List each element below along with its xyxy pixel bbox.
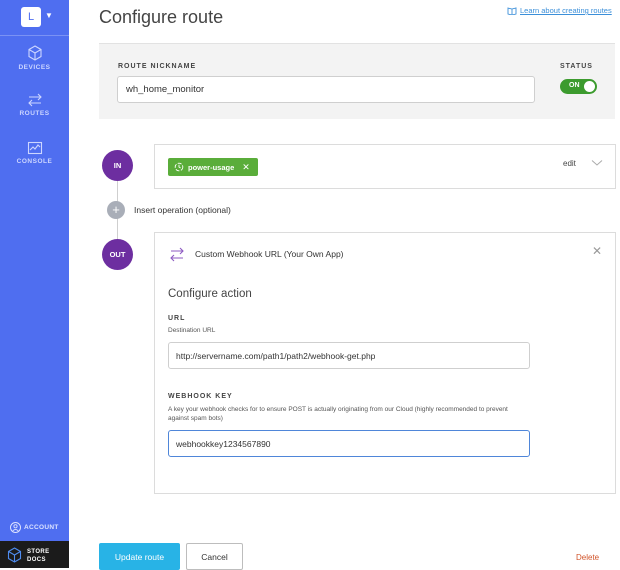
insert-operation-label: Insert operation (optional) bbox=[134, 205, 231, 215]
toggle-knob bbox=[584, 81, 595, 92]
webhook-key-description: A key your webhook checks for to ensure … bbox=[168, 406, 508, 422]
delete-route-link[interactable]: Delete bbox=[576, 553, 599, 562]
webhook-key-label: WEBHOOK KEY bbox=[168, 393, 233, 400]
in-node: IN bbox=[102, 150, 133, 181]
close-icon[interactable]: ✕ bbox=[592, 244, 602, 258]
store-docs-bar[interactable]: STORE DOCS bbox=[0, 541, 69, 568]
input-card: power-usage ✕ edit bbox=[154, 144, 616, 189]
cube-logo-icon bbox=[7, 547, 22, 563]
status-toggle[interactable]: ON bbox=[560, 79, 597, 94]
out-node: OUT bbox=[102, 239, 133, 270]
book-icon bbox=[507, 7, 517, 15]
cube-icon bbox=[27, 45, 42, 61]
configure-action-heading: Configure action bbox=[168, 288, 252, 300]
account-label: ACCOUNT bbox=[24, 524, 59, 531]
webhook-key-input[interactable] bbox=[168, 430, 530, 457]
console-icon bbox=[27, 141, 42, 155]
action-card: Custom Webhook URL (Your Own App) ✕ Conf… bbox=[154, 232, 616, 494]
caret-down-icon[interactable]: ▼ bbox=[45, 11, 53, 20]
sidebar-item-label: CONSOLE bbox=[16, 158, 53, 165]
sidebar-item-routes[interactable]: ROUTES bbox=[0, 93, 69, 117]
url-description: Destination URL bbox=[168, 327, 216, 334]
learn-routes-link[interactable]: Learn about creating routes bbox=[507, 6, 612, 15]
sidebar-item-devices[interactable]: DEVICES bbox=[0, 45, 69, 71]
sidebar: L ▼ DEVICES ROUTES CONSOLE ACCOUNT STORE… bbox=[0, 0, 69, 568]
plus-icon: + bbox=[107, 201, 125, 219]
routes-icon bbox=[27, 93, 42, 107]
sidebar-divider bbox=[0, 35, 69, 36]
user-icon bbox=[10, 522, 21, 533]
event-icon bbox=[174, 162, 184, 172]
action-title: Custom Webhook URL (Your Own App) bbox=[195, 249, 344, 259]
sidebar-item-account[interactable]: ACCOUNT bbox=[0, 520, 69, 536]
page-title: Configure route bbox=[99, 7, 224, 27]
remove-tag-icon[interactable]: ✕ bbox=[242, 162, 250, 172]
event-tag[interactable]: power-usage ✕ bbox=[168, 158, 258, 176]
edit-link[interactable]: edit bbox=[563, 159, 576, 168]
sidebar-item-console[interactable]: CONSOLE bbox=[0, 141, 69, 165]
event-tag-label: power-usage bbox=[188, 163, 235, 172]
destination-url-input[interactable] bbox=[168, 342, 530, 369]
status-toggle-label: ON bbox=[569, 82, 580, 89]
org-switcher[interactable]: L bbox=[21, 7, 41, 27]
route-nickname-label: ROUTE NICKNAME bbox=[118, 63, 197, 70]
route-nickname-input[interactable] bbox=[117, 76, 535, 103]
learn-routes-text: Learn about creating routes bbox=[520, 6, 612, 15]
store-link[interactable]: STORE bbox=[27, 549, 50, 555]
route-settings-panel: ROUTE NICKNAME STATUS ON bbox=[99, 43, 615, 119]
sidebar-item-label: ROUTES bbox=[19, 110, 50, 117]
status-label: STATUS bbox=[560, 63, 593, 70]
webhook-icon bbox=[170, 247, 184, 262]
update-route-button[interactable]: Update route bbox=[99, 543, 180, 570]
docs-link[interactable]: DOCS bbox=[27, 557, 46, 563]
url-label: URL bbox=[168, 315, 186, 322]
chevron-down-icon[interactable] bbox=[591, 159, 603, 167]
sidebar-item-label: DEVICES bbox=[18, 64, 51, 71]
cancel-button[interactable]: Cancel bbox=[186, 543, 243, 570]
